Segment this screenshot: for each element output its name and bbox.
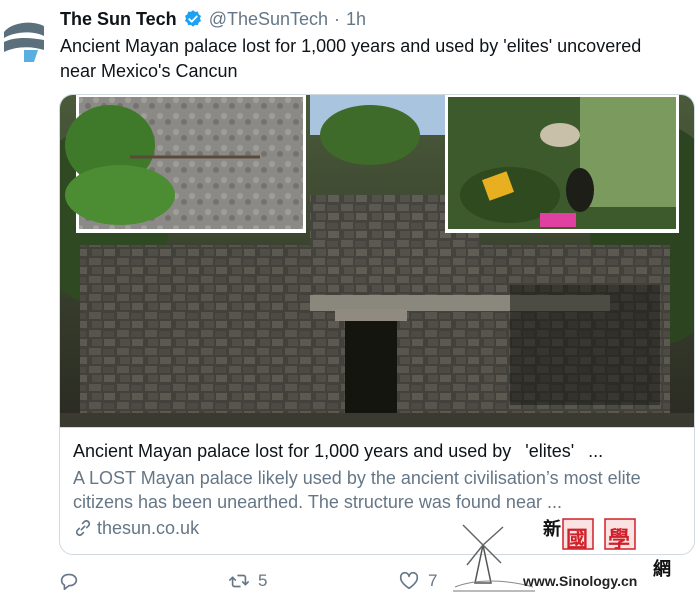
reply-button[interactable]: [58, 570, 88, 592]
retweet-button[interactable]: 5: [228, 570, 267, 592]
verified-badge-icon: [183, 9, 203, 29]
tweet-timestamp[interactable]: 1h: [346, 9, 366, 30]
card-domain[interactable]: thesun.co.uk: [73, 516, 199, 540]
link-icon: [75, 520, 91, 536]
author-handle[interactable]: @TheSunTech: [209, 9, 328, 30]
sinology-watermark: 新 國 學 網 www.Sinology.cn: [445, 505, 695, 601]
tweet-header: The Sun Tech @TheSunTech · 1h: [60, 7, 366, 31]
retweet-icon: [229, 574, 249, 588]
author-name[interactable]: The Sun Tech: [60, 9, 177, 30]
watermark-char-4: 網: [653, 559, 671, 579]
card-title[interactable]: Ancient Mayan palace lost for 1,000 year…: [73, 440, 683, 462]
watermark-char-2: 國: [566, 527, 589, 552]
tweet-text: Ancient Mayan palace lost for 1,000 year…: [60, 36, 642, 81]
card-image-graphic: [60, 95, 694, 427]
retweet-count: 5: [258, 571, 268, 590]
reply-icon: [60, 573, 78, 591]
card-image[interactable]: [60, 95, 694, 427]
watermark-char-1: 新: [543, 519, 561, 539]
like-count: 7: [428, 571, 438, 590]
the-sun-logo-icon: [4, 22, 44, 62]
header-separator: ·: [334, 8, 341, 29]
watermark-char-3: 學: [608, 527, 631, 552]
watermark-url: www.Sinology.cn: [523, 573, 638, 589]
like-button[interactable]: 7: [398, 570, 437, 592]
heart-icon: [399, 571, 419, 590]
author-avatar[interactable]: [0, 10, 46, 66]
card-domain-text: thesun.co.uk: [97, 517, 200, 538]
link-card[interactable]: Ancient Mayan palace lost for 1,000 year…: [59, 94, 695, 555]
